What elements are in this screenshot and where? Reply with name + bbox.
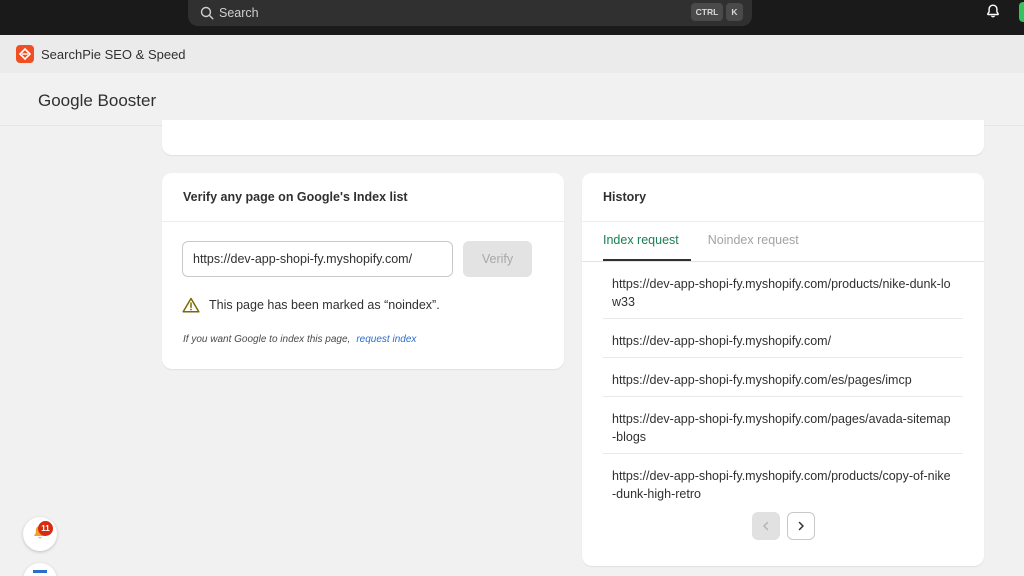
history-item: https://dev-app-shopi-fy.myshopify.com/p…: [603, 397, 963, 454]
chat-icon: [33, 570, 47, 573]
request-index-hint: If you want Google to index this page, re…: [183, 334, 416, 345]
search-placeholder: Search: [219, 6, 259, 20]
page-title: Google Booster: [38, 91, 157, 110]
next-page-button[interactable]: [787, 512, 815, 540]
search-icon: [200, 6, 214, 20]
app-logo-icon: [16, 45, 34, 63]
history-item: https://dev-app-shopi-fy.myshopify.com/p…: [612, 469, 951, 501]
history-tabs: Index request Noindex request: [603, 233, 828, 261]
tab-index-request[interactable]: Index request: [603, 233, 691, 261]
history-list: https://dev-app-shopi-fy.myshopify.com/p…: [603, 262, 963, 510]
shortcut-ctrl-key: CTRL: [691, 3, 723, 21]
top-bar: Search CTRL K: [0, 0, 1024, 35]
history-item: https://dev-app-shopi-fy.myshopify.com/p…: [603, 262, 963, 319]
shortcut-k-key: K: [726, 3, 743, 21]
verify-index-card: Verify any page on Google's Index list V…: [162, 173, 564, 369]
app-bar: SearchPie SEO & Speed: [0, 35, 1024, 73]
hint-text: If you want Google to index this page,: [183, 334, 351, 345]
tab-noindex-request[interactable]: Noindex request: [708, 233, 799, 261]
divider: [162, 221, 564, 222]
verify-button[interactable]: Verify: [463, 241, 532, 277]
history-card: History Index request Noindex request ht…: [582, 173, 984, 566]
verify-card-title: Verify any page on Google's Index list: [183, 190, 408, 204]
store-avatar[interactable]: [1019, 2, 1024, 22]
page-header: Google Booster: [0, 73, 1024, 126]
url-input[interactable]: [182, 241, 453, 277]
search-bar[interactable]: Search CTRL K: [188, 0, 752, 26]
history-item: https://dev-app-shopi-fy.myshopify.com/e…: [603, 358, 963, 397]
request-index-link[interactable]: request index: [356, 334, 416, 345]
chat-button[interactable]: [23, 563, 57, 576]
app-name[interactable]: SearchPie SEO & Speed: [41, 47, 186, 62]
top-card: [162, 120, 984, 155]
noindex-warning: This page has been marked as “noindex”.: [182, 297, 440, 313]
warning-icon: [182, 297, 200, 313]
notification-bell-icon[interactable]: [985, 3, 1001, 19]
chevron-left-icon: [761, 519, 771, 534]
chevron-right-icon: [796, 519, 806, 534]
history-item: https://dev-app-shopi-fy.myshopify.com/: [603, 319, 963, 358]
warning-text: This page has been marked as “noindex”.: [209, 298, 440, 312]
notification-badge: 11: [38, 521, 53, 536]
previous-page-button[interactable]: [752, 512, 780, 540]
history-card-title: History: [603, 190, 647, 204]
divider: [582, 221, 984, 222]
